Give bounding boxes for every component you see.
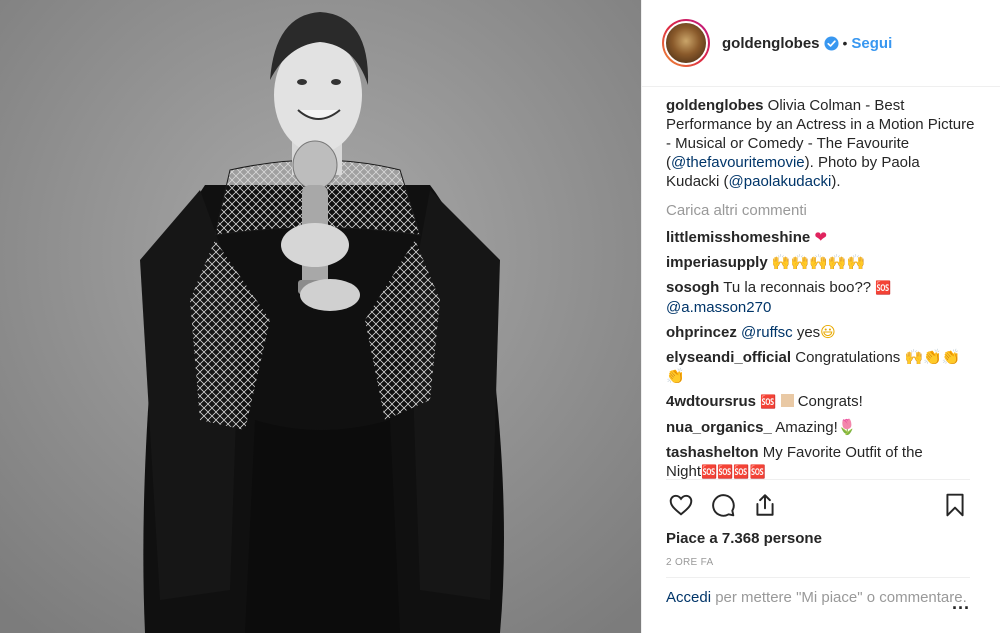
add-comment-section: Accedi per mettere "Mi piace" o commenta… xyxy=(666,577,970,613)
comment-text: yes xyxy=(792,324,821,341)
list-item: elyseandi_official Congratulations 🙌👏👏👏 xyxy=(666,348,976,386)
heart-icon xyxy=(669,494,693,516)
sos-emoji: 🆘🆘🆘🆘 xyxy=(701,465,766,479)
smile-emoji: 😃 xyxy=(820,323,836,341)
post-photo[interactable] xyxy=(0,0,641,633)
comment-username[interactable]: tashashelton xyxy=(666,444,759,461)
caption-mention-movie[interactable]: @thefavouritemovie xyxy=(671,154,805,171)
share-icon xyxy=(756,494,774,516)
header-separator: • xyxy=(842,35,848,51)
post-sidebar: goldenglobes • Segui goldenglobes Olivia… xyxy=(641,0,1000,633)
likes-count[interactable]: Piace a 7.368 persone xyxy=(666,530,970,547)
post-timestamp: 2 ORE FA xyxy=(666,557,714,568)
load-more-comments-button[interactable]: Carica altri commenti xyxy=(666,201,976,220)
comments-list[interactable]: goldenglobes Olivia Colman - Best Perfor… xyxy=(642,87,1000,479)
list-item: littlemisshomeshine ❤ xyxy=(666,228,976,247)
skin-tone-swatch xyxy=(780,394,794,407)
bookmark-icon xyxy=(946,493,964,517)
list-item: sosogh Tu la reconnais boo?? 🆘 @a.masson… xyxy=(666,278,976,317)
post-photo-image xyxy=(0,0,641,633)
caption-username[interactable]: goldenglobes xyxy=(666,97,764,114)
list-item: tashashelton My Favorite Outfit of the N… xyxy=(666,443,976,479)
comment-username[interactable]: ohprincez xyxy=(666,324,737,341)
post-actions-section: Piace a 7.368 persone 2 ORE FA xyxy=(666,479,970,568)
comment-username[interactable]: imperiasupply xyxy=(666,254,768,271)
caption-mention-photographer[interactable]: @paolakudacki xyxy=(729,173,832,190)
comment-mention[interactable]: @a.masson270 xyxy=(666,299,771,316)
comment-username[interactable]: nua_organics_ xyxy=(666,419,772,436)
comment-icon xyxy=(712,494,735,517)
comment-username[interactable]: elyseandi_official xyxy=(666,349,791,366)
action-bar xyxy=(666,480,970,530)
avatar-image xyxy=(664,21,708,65)
save-button[interactable] xyxy=(940,490,970,520)
comment-username[interactable]: littlemisshomeshine xyxy=(666,229,810,246)
comment-text: Congrats! xyxy=(793,393,863,410)
comment-text: Amazing! xyxy=(775,419,838,436)
comment-button[interactable] xyxy=(708,490,738,520)
avatar[interactable] xyxy=(662,19,710,67)
raised-hands-emoji: 🙌🙌🙌🙌🙌 xyxy=(771,253,866,271)
tulip-emoji: 🌷 xyxy=(837,418,857,436)
add-comment-prompt: per mettere "Mi piace" o commentare. xyxy=(711,589,967,606)
verified-icon xyxy=(823,35,839,51)
header-username[interactable]: goldenglobes xyxy=(722,35,820,52)
comment-username[interactable]: 4wdtoursrus xyxy=(666,393,756,410)
list-item: nua_organics_ Amazing!🌷 xyxy=(666,418,976,437)
list-item: 4wdtoursrus 🆘 Congrats! xyxy=(666,392,976,412)
sos-emoji: 🆘 xyxy=(760,395,777,410)
more-options-icon[interactable]: ... xyxy=(952,594,970,613)
like-button[interactable] xyxy=(666,490,696,520)
comment-mention[interactable]: @ruffsc xyxy=(741,324,793,341)
share-button[interactable] xyxy=(750,490,780,520)
sos-emoji: 🆘 xyxy=(875,281,892,296)
caption-text-end: ). xyxy=(831,173,841,190)
list-item: imperiasupply 🙌🙌🙌🙌🙌 xyxy=(666,253,976,272)
comment-text: Congratulations xyxy=(795,349,905,366)
follow-button[interactable]: Segui xyxy=(851,35,892,52)
post-caption: goldenglobes Olivia Colman - Best Perfor… xyxy=(666,96,976,191)
login-link[interactable]: Accedi xyxy=(666,589,711,606)
post-header: goldenglobes • Segui xyxy=(642,0,1000,87)
comment-username[interactable]: sosogh xyxy=(666,279,719,296)
heart-emoji: ❤ xyxy=(814,228,827,246)
comment-text: Tu la reconnais boo?? xyxy=(723,279,876,296)
list-item: ohprincez @ruffsc yes😃 xyxy=(666,323,976,342)
